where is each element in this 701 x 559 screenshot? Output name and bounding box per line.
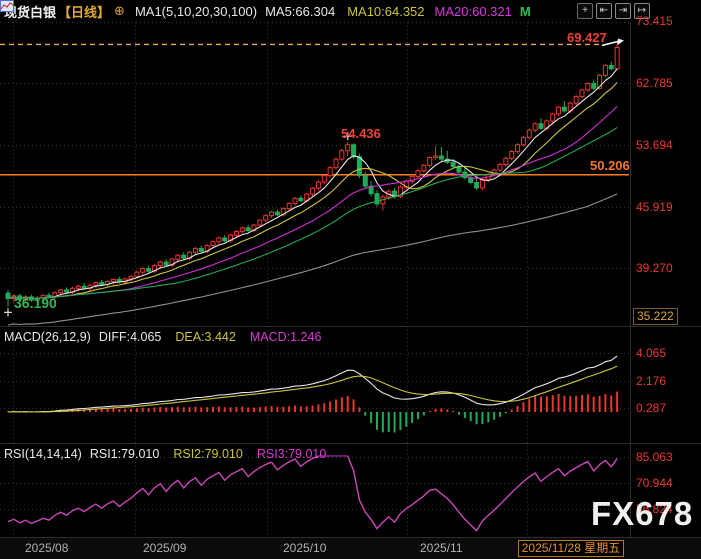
diff-line bbox=[8, 356, 617, 412]
month-label: 2025/08 bbox=[25, 541, 68, 555]
macd-diff-value: DIFF:4.065 bbox=[99, 330, 162, 344]
current-date-badge: 2025/11/28 星期五 bbox=[518, 540, 624, 557]
ma30-series bbox=[8, 127, 617, 298]
month-label: 2025/10 bbox=[283, 541, 326, 555]
price-markers bbox=[4, 132, 352, 316]
rsi2-value: RSI2:79.010 bbox=[173, 447, 243, 461]
ma100-line bbox=[8, 194, 617, 325]
price-axis-label: 45.919 bbox=[636, 200, 673, 214]
macd-dea-value: DEA:3.442 bbox=[175, 330, 235, 344]
rsi-header: RSI(14,14,14) RSI1:79.010 RSI2:79.010 RS… bbox=[4, 447, 326, 461]
rsi-axis-label: 85.063 bbox=[636, 450, 673, 464]
ma5-line bbox=[8, 69, 617, 299]
rsi3-value: RSI3:79.010 bbox=[257, 447, 327, 461]
rsi1-line bbox=[8, 456, 617, 531]
chart-canvas[interactable] bbox=[0, 0, 701, 559]
macd-axis-label: 0.287 bbox=[636, 401, 666, 415]
watermark: FX678 bbox=[591, 495, 693, 533]
rsi3-line bbox=[8, 456, 617, 531]
ma30-line bbox=[8, 127, 617, 298]
zoom-in-icon[interactable]: ⇤ bbox=[596, 3, 612, 19]
price-axis-last-label: 35.222 bbox=[633, 308, 678, 325]
macd-title: MACD(26,12,9) bbox=[4, 330, 91, 344]
rsi-title: RSI(14,14,14) bbox=[4, 447, 82, 461]
rsi2-line bbox=[8, 456, 617, 531]
macd-histogram bbox=[8, 392, 617, 433]
zoom-out-icon[interactable]: ⇥ bbox=[615, 3, 631, 19]
ma30-value-truncated: M bbox=[520, 4, 531, 19]
chart-window: 现货白银 【日线】 ⊕ MA1(5,10,20,30,100) MA5:66.3… bbox=[0, 0, 701, 559]
annotation-support-level: 50.206 bbox=[590, 158, 630, 173]
macd-value: MACD:1.246 bbox=[250, 330, 322, 344]
annotation-last-high: 69.427 bbox=[567, 30, 607, 45]
macd-axis-label: 4.065 bbox=[636, 346, 666, 360]
rsi-lines bbox=[8, 456, 617, 531]
ma10-value: MA10:64.352 bbox=[347, 4, 424, 19]
month-label: 2025/11 bbox=[420, 541, 463, 555]
period-selector[interactable]: 【日线】 bbox=[58, 2, 110, 21]
price-axis-label: 73.415 bbox=[636, 14, 673, 28]
rsi-axis-label: 70.944 bbox=[636, 476, 673, 490]
time-axis[interactable]: 2025/08 2025/09 2025/10 2025/11 2025/11/… bbox=[0, 537, 701, 559]
ma5-series bbox=[8, 69, 617, 299]
month-label: 2025/09 bbox=[143, 541, 186, 555]
add-indicator-icon[interactable]: ⊕ bbox=[114, 3, 125, 19]
annotation-low: 36.190 bbox=[14, 295, 57, 311]
macd-header: MACD(26,12,9) DIFF:4.065 DEA:3.442 MACD:… bbox=[4, 330, 321, 344]
price-axis-label: 39.270 bbox=[636, 261, 673, 275]
ma-group-label: MA1(5,10,20,30,100) bbox=[135, 4, 257, 19]
macd-lines bbox=[8, 356, 617, 412]
pan-icon[interactable]: + bbox=[577, 3, 593, 19]
macd-axis-label: 2.176 bbox=[636, 374, 666, 388]
ma5-value: MA5:66.304 bbox=[265, 4, 335, 19]
annotation-peak: 54.436 bbox=[341, 126, 381, 141]
ma100-series bbox=[8, 194, 617, 325]
dea-line bbox=[8, 366, 617, 412]
rsi1-value: RSI1:79.010 bbox=[90, 447, 160, 461]
price-axis-label: 62.785 bbox=[636, 76, 673, 90]
ma20-value: MA20:60.321 bbox=[435, 4, 512, 19]
price-axis-label: 53.694 bbox=[636, 138, 673, 152]
